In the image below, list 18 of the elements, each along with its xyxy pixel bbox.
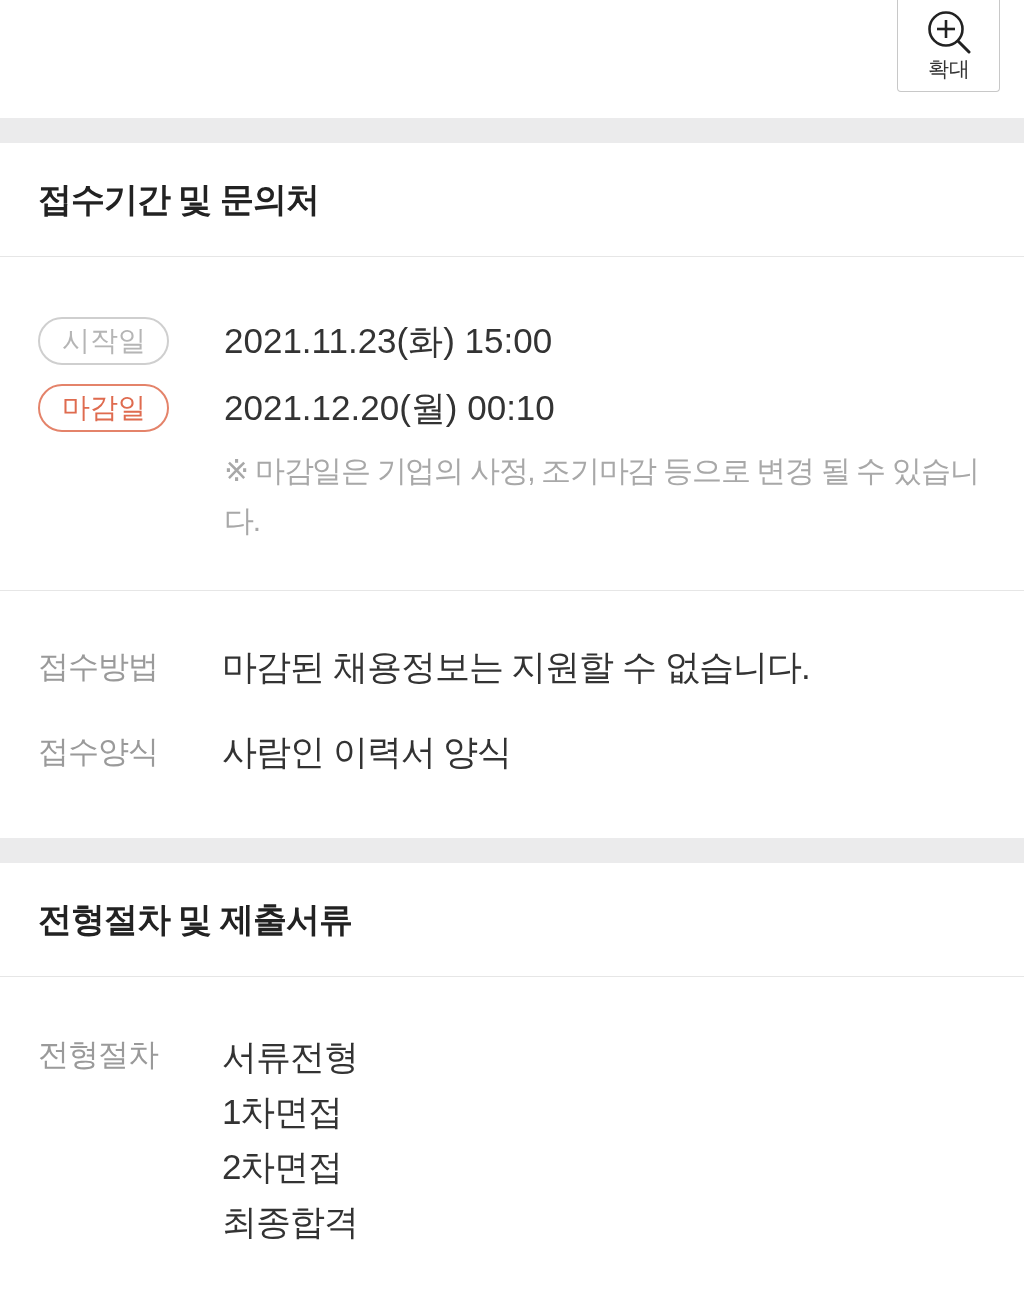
field-value: 사람인 이력서 양식 (222, 731, 512, 773)
date-tag: 시작일 (38, 317, 169, 365)
field-label: 접수방법 (38, 648, 159, 686)
field-label: 전형절차 (38, 1036, 160, 1074)
field-value: 1차면접 (222, 1091, 344, 1133)
date-value: 2021.12.20(월) 00:10 (224, 386, 555, 429)
zoom-in-icon (925, 10, 972, 54)
zoom-button[interactable]: 확대 (897, 0, 1000, 92)
deadline-note: ※ 마감일은 기업의 사정, 조기마감 등으로 변경 될 수 있습니다. (224, 453, 980, 539)
field-value: 마감된 채용정보는 지원할 수 없습니다. (222, 646, 810, 688)
field-label: 접수양식 (38, 733, 159, 771)
section-title: 전형절차 및 제출서류 (38, 898, 352, 940)
field-value: 2차면접 (222, 1146, 344, 1188)
field-value: 최종합격 (222, 1201, 358, 1243)
date-tag: 마감일 (38, 384, 169, 432)
field-value: 서류전형 (222, 1036, 358, 1078)
date-value: 2021.11.23(화) 15:00 (224, 319, 553, 362)
section-title: 접수기간 및 문의처 (38, 178, 319, 220)
